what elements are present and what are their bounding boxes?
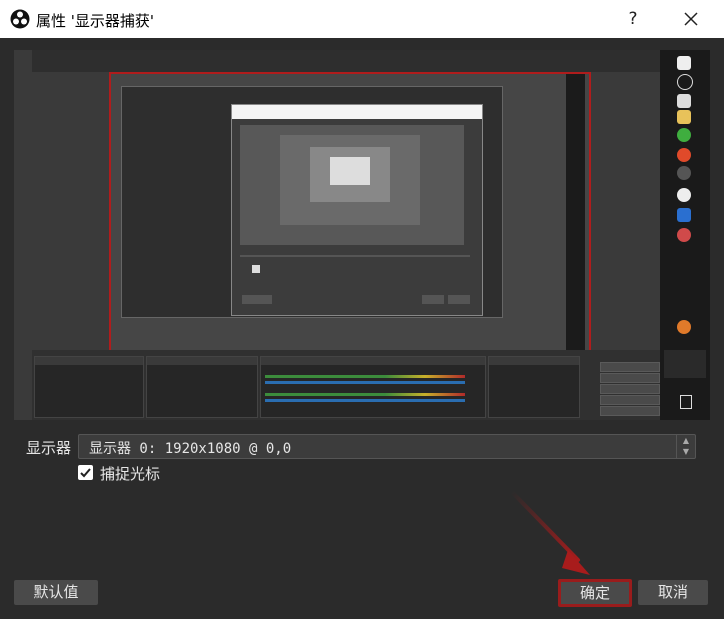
- close-icon: [684, 12, 698, 26]
- preview-nested-taskbar: [566, 74, 585, 350]
- obs-logo-icon: [10, 9, 30, 29]
- preview-obs-window: [14, 50, 660, 420]
- preview-recursive-screen: [109, 72, 591, 352]
- preview-dock: [32, 350, 660, 420]
- help-button[interactable]: ?: [618, 6, 648, 32]
- close-button[interactable]: [676, 6, 706, 32]
- chevron-up-down-icon: ▲ ▼: [676, 435, 695, 458]
- title-bar: 属性 '显示器捕获' ?: [0, 0, 724, 38]
- cancel-button[interactable]: 取消: [638, 580, 708, 605]
- display-select[interactable]: 显示器 0: 1920x1080 @ 0,0 ▲ ▼: [78, 434, 696, 459]
- preview-menubar: [32, 50, 660, 72]
- ok-button[interactable]: 确定: [558, 579, 632, 607]
- capture-cursor-checkbox[interactable]: [78, 465, 93, 480]
- display-select-value: 显示器 0: 1920x1080 @ 0,0: [89, 441, 292, 457]
- capture-preview: [14, 50, 710, 420]
- preview-windows-taskbar: [660, 50, 710, 420]
- window-title: 属性 '显示器捕获': [36, 12, 155, 30]
- display-label: 显示器: [26, 439, 72, 457]
- preview-nested-dialog: [231, 104, 483, 316]
- checkmark-icon: [80, 468, 91, 478]
- defaults-button[interactable]: 默认值: [14, 580, 98, 605]
- capture-cursor-label: 捕捉光标: [100, 465, 161, 483]
